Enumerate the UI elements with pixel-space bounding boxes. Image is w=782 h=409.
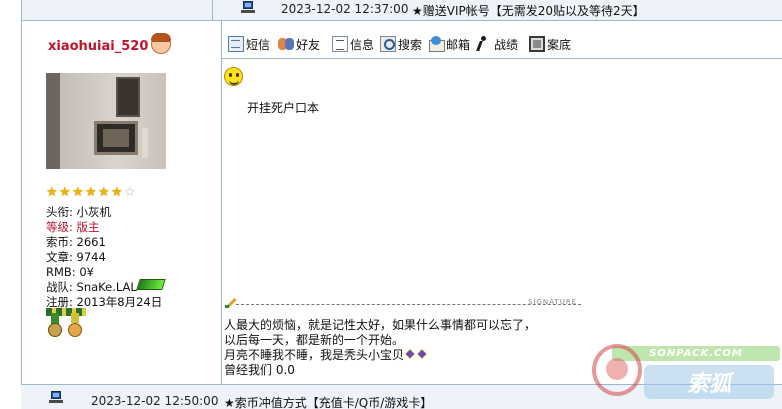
signature-label: SIGNATURE: [528, 298, 578, 306]
author-title-row: 头衔: 小灰机: [46, 205, 112, 219]
friends-icon: [278, 36, 294, 52]
divider: [221, 21, 222, 385]
avatar[interactable]: [46, 73, 166, 169]
toolbar-friends-button[interactable]: 好友: [278, 35, 320, 53]
record-file-icon: [529, 36, 545, 52]
toolbar-message-button[interactable]: 短信: [228, 35, 270, 53]
sparkle-icon: [404, 348, 416, 360]
toolbar-mailbox-button[interactable]: 邮箱: [428, 35, 470, 53]
computer-icon: [49, 391, 63, 404]
medal-icon: [66, 313, 84, 337]
computer-icon: [241, 1, 255, 14]
author-coins-row: 索币: 2661: [46, 235, 106, 249]
toolbar-info-button[interactable]: 信息: [332, 35, 374, 53]
prev-post-timestamp: 2023-12-02 12:37:00: [281, 2, 409, 16]
message-icon: [228, 36, 244, 52]
watermark-logo-icon: [592, 344, 642, 396]
divider: [21, 20, 782, 21]
mailbox-icon: [428, 36, 445, 52]
star-icon: ★: [46, 185, 58, 200]
toolbar-record-button[interactable]: 战绩: [476, 35, 518, 53]
divider: [21, 0, 22, 409]
author-register-row: 注册: 2013年8月24日: [46, 295, 163, 309]
pen-icon: [225, 297, 237, 309]
author-posts-row: 文章: 9744: [46, 250, 106, 264]
toolbar-record-file-button[interactable]: 案底: [529, 35, 571, 53]
star-icon: ★: [98, 185, 110, 200]
rating-stars: ★ ★ ★ ★ ★ ★ ☆: [46, 186, 146, 200]
star-icon: ★: [85, 185, 97, 200]
prev-post-title[interactable]: ★赠送VIP帐号【无需发20贴以及等待2天】: [412, 2, 645, 19]
team-badge-icon: [136, 279, 166, 290]
info-icon: [332, 36, 348, 52]
post-body: 开挂死户口本: [247, 101, 320, 115]
sparkle-icon: [416, 348, 428, 360]
star-icon: ★: [111, 185, 123, 200]
signature-line: 曾经我们 0.0: [224, 363, 295, 377]
search-icon: [380, 36, 396, 52]
medal-icon: [46, 313, 64, 337]
toolbar-search-button[interactable]: 搜索: [380, 35, 422, 53]
author-team-row: 战队: SnaKe.LAL: [46, 280, 137, 294]
next-post-timestamp: 2023-12-02 12:50:00: [91, 394, 219, 408]
star-icon: ★: [59, 185, 71, 200]
author-rmb-row: RMB: 0¥: [46, 265, 94, 279]
watermark-logo-text: 索狐: [644, 365, 774, 399]
divider: [212, 0, 213, 20]
next-post-title[interactable]: ★索币冲值方式【充值卡/Q币/游戏卡】: [224, 394, 432, 409]
star-empty-icon: ☆: [124, 185, 136, 200]
user-face-icon: [151, 33, 171, 54]
author-username[interactable]: xiaohuiai_520: [48, 39, 148, 54]
star-icon: ★: [72, 185, 84, 200]
author-level-row: 等级: 版主: [46, 220, 100, 234]
divider: [222, 58, 782, 59]
record-icon: [476, 36, 492, 52]
site-watermark: SONPACK.COM 索狐: [586, 338, 782, 409]
forum-thread: 2023-12-02 12:37:00 ★赠送VIP帐号【无需发20贴以及等待2…: [0, 0, 782, 409]
smiley-icon: [224, 67, 243, 86]
